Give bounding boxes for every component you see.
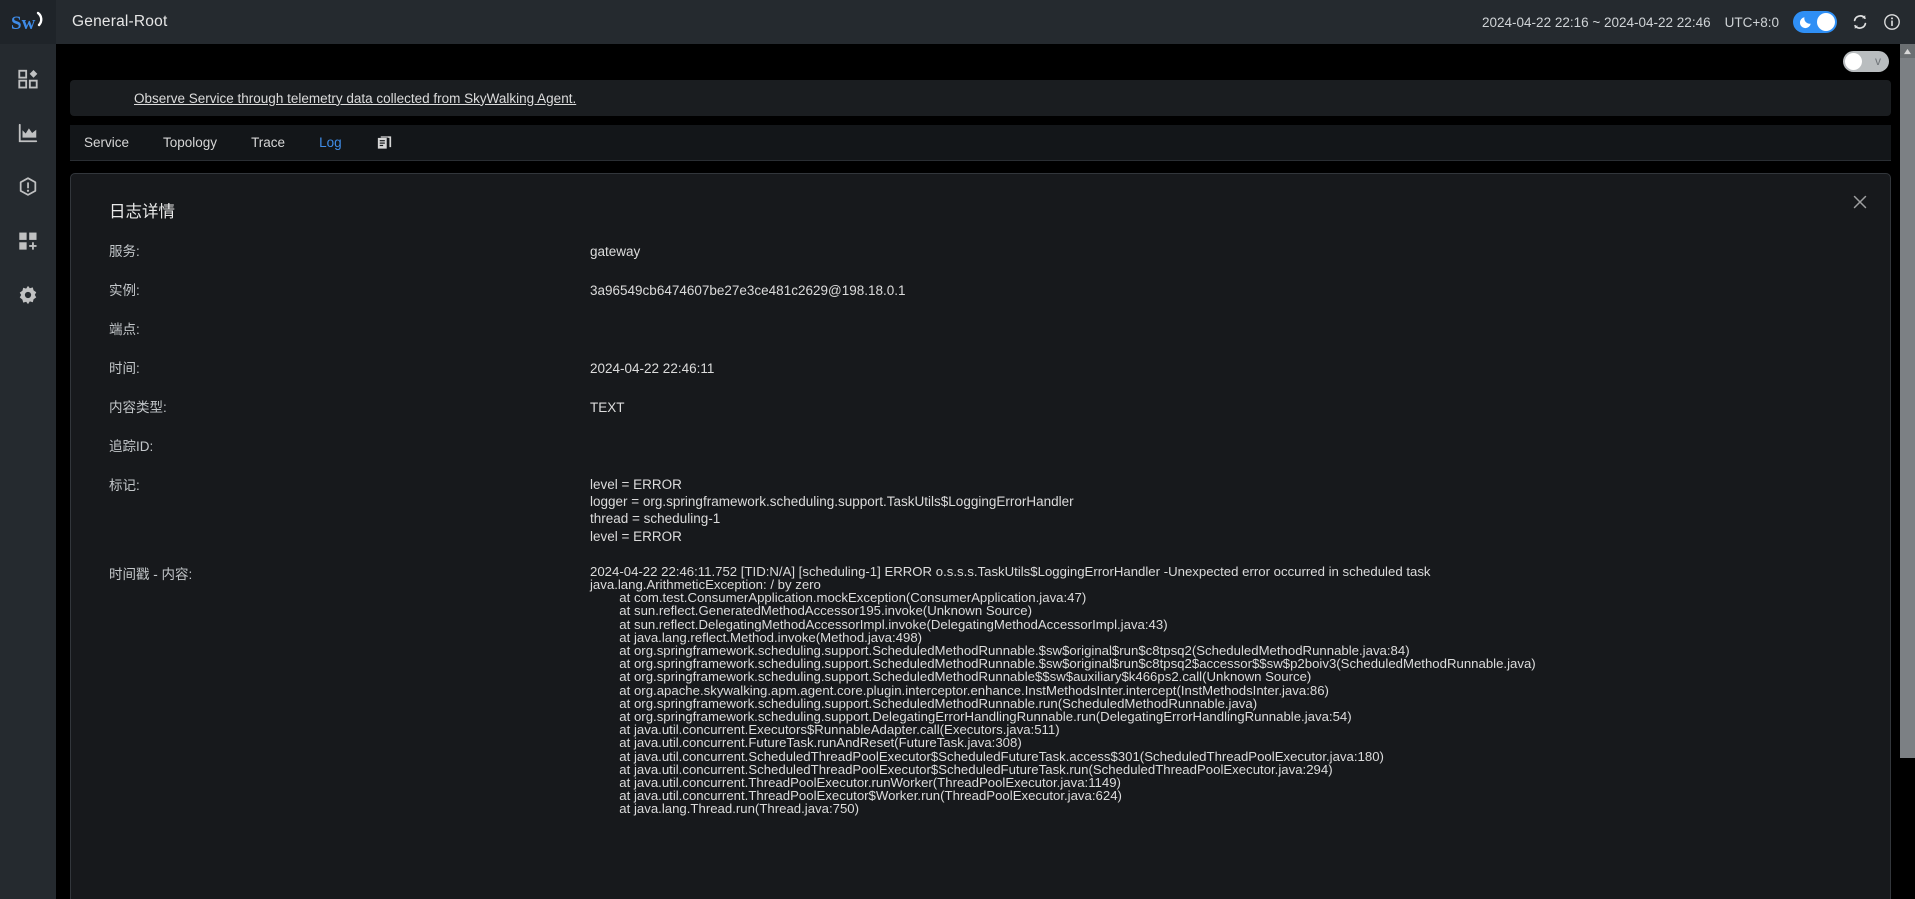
toggle-knob (1845, 53, 1862, 70)
field-value-time: 2024-04-22 22:46:11 (590, 361, 715, 376)
chevron-down-icon: v (1875, 54, 1881, 68)
panel-title: 日志详情 (109, 203, 175, 221)
app-logo[interactable]: Sw (0, 0, 56, 44)
field-row: 内容类型: TEXT (95, 398, 1866, 417)
tag-line: logger = org.springframework.scheduling.… (590, 494, 1074, 510)
field-value-tags: level = ERROR logger = org.springframewor… (590, 476, 1074, 545)
dark-mode-toggle[interactable] (1793, 11, 1837, 33)
content-line: at sun.reflect.GeneratedMethodAccessor19… (590, 603, 1033, 619)
info-icon[interactable] (1883, 13, 1901, 31)
page-scrollbar[interactable] (1900, 44, 1915, 899)
left-navigation-rail (0, 44, 56, 899)
page-title: General-Root (72, 13, 168, 30)
field-row: 服务: gateway (95, 242, 1866, 261)
field-value-content: 2024-04-22 22:46:11.752 [TID:N/A] [sched… (590, 565, 1536, 816)
log-detail-panel: 日志详情 服务: gateway 实例: 3a96549cb6474607be2… (70, 173, 1891, 899)
display-toggle[interactable]: v (1843, 51, 1889, 72)
field-label-endpoint: 端点: (109, 322, 140, 337)
layer-add-icon (17, 230, 39, 257)
field-row: 实例: 3a96549cb6474607be27e3ce481c2629@198… (95, 281, 1866, 300)
alarm-icon (17, 176, 39, 203)
field-label-trace-id: 追踪ID: (109, 439, 154, 454)
close-icon[interactable] (1850, 192, 1870, 212)
gear-icon (17, 284, 39, 311)
toggle-knob (1817, 13, 1835, 31)
dashboard-icon (17, 68, 39, 95)
field-row: 端点: (95, 320, 1866, 339)
chart-icon (17, 122, 39, 149)
field-label-instance: 实例: (109, 283, 140, 298)
field-row-tags: 标记: level = ERROR logger = org.springfram… (95, 476, 1866, 545)
main-content: v Observe Service through telemetry data… (56, 44, 1915, 899)
timezone-label: UTC+8:0 (1724, 14, 1779, 30)
moon-icon (1799, 14, 1814, 34)
content-line: at java.lang.Thread.run(Thread.java:750) (590, 801, 860, 817)
time-range-picker[interactable]: 2024-04-22 22:16 ~ 2024-04-22 22:46 (1482, 15, 1711, 30)
banner: Observe Service through telemetry data c… (70, 80, 1891, 116)
field-label-tags: 标记: (109, 478, 140, 493)
field-value-instance: 3a96549cb6474607be27e3ce481c2629@198.18.… (590, 283, 906, 298)
scroll-up-arrow-icon[interactable] (1900, 44, 1915, 58)
tab-bar: Service Topology Trace Log (70, 125, 1891, 161)
field-value-service: gateway (590, 244, 641, 259)
toolbar-strip: v (56, 44, 1915, 78)
top-bar-right: 2024-04-22 22:16 ~ 2024-04-22 22:46 UTC+… (1482, 11, 1915, 33)
copy-icon[interactable] (376, 134, 393, 151)
content-line: at sun.reflect.DelegatingMethodAccessorI… (590, 616, 1168, 632)
tag-line: level = ERROR (590, 477, 682, 492)
sidebar-item-settings[interactable] (0, 270, 56, 324)
tab-trace[interactable]: Trace (251, 135, 285, 150)
scroll-thumb[interactable] (1900, 58, 1915, 758)
banner-link[interactable]: Observe Service through telemetry data c… (134, 91, 576, 106)
sidebar-item-layers[interactable] (0, 216, 56, 270)
tag-line: thread = scheduling-1 (590, 511, 721, 527)
svg-text:Sw: Sw (11, 13, 36, 34)
sidebar-item-metrics[interactable] (0, 108, 56, 162)
tab-topology[interactable]: Topology (163, 135, 217, 150)
tag-line: level = ERROR (590, 528, 682, 544)
content-line: at java.util.concurrent.FutureTask.runAn… (590, 735, 1022, 751)
tab-log[interactable]: Log (319, 135, 342, 150)
content-line: at java.util.concurrent.ScheduledThreadP… (590, 748, 1384, 764)
field-row: 追踪ID: (95, 437, 1866, 456)
sidebar-item-dashboard[interactable] (0, 54, 56, 108)
refresh-icon[interactable] (1851, 13, 1869, 31)
field-row-content: 时间戳 - 内容: 2024-04-22 22:46:11.752 [TID:N… (95, 565, 1866, 816)
tab-service[interactable]: Service (84, 135, 129, 150)
field-label-service: 服务: (109, 244, 140, 259)
sidebar-item-alarm[interactable] (0, 162, 56, 216)
field-label-content: 时间戳 - 内容: (109, 566, 193, 582)
field-label-time: 时间: (109, 361, 140, 376)
field-row: 时间: 2024-04-22 22:46:11 (95, 359, 1866, 378)
skywalking-logo-icon: Sw (11, 9, 45, 35)
content-line: at org.springframework.scheduling.suppor… (590, 669, 1312, 685)
field-value-content-type: TEXT (590, 400, 625, 415)
field-label-content-type: 内容类型: (109, 400, 167, 415)
top-bar: Sw General-Root 2024-04-22 22:16 ~ 2024-… (0, 0, 1915, 44)
content-line: at org.apache.skywalking.apm.agent.core.… (590, 682, 1329, 698)
